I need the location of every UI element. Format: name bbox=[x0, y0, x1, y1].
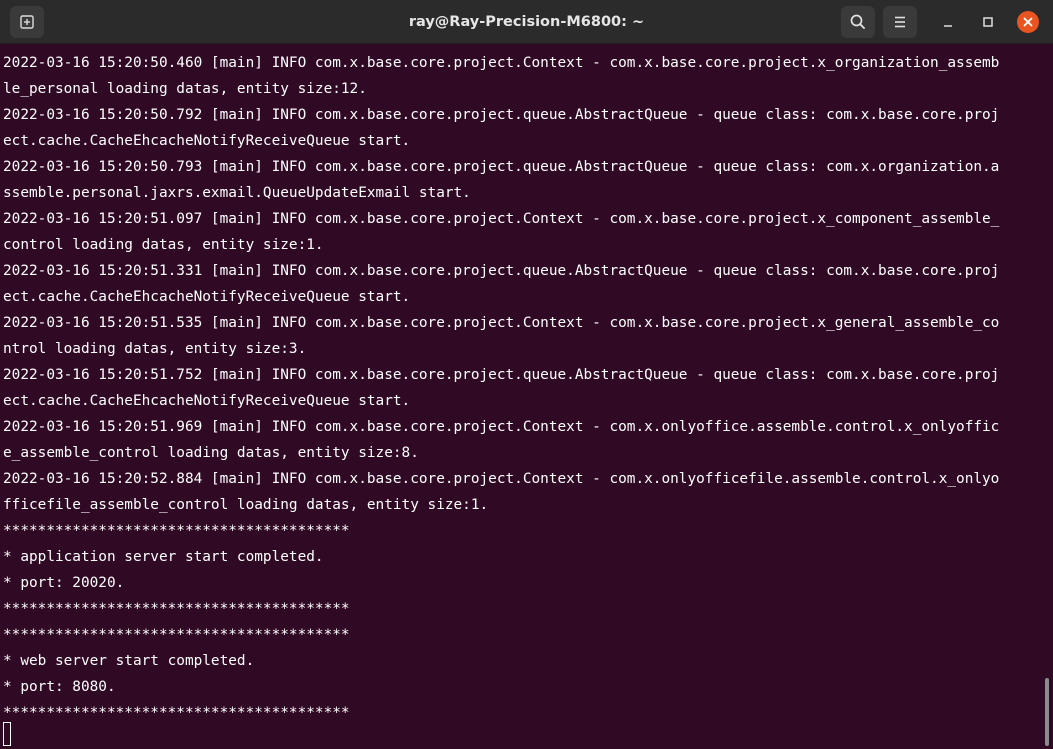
close-icon bbox=[1017, 11, 1039, 33]
new-tab-icon bbox=[20, 15, 34, 29]
terminal-line: ssemble.personal.jaxrs.exmail.QueueUpdat… bbox=[3, 185, 471, 201]
terminal-output[interactable]: 2022-03-16 15:20:50.460 [main] INFO com.… bbox=[0, 44, 1041, 749]
terminal-line: 2022-03-16 15:20:51.331 [main] INFO com.… bbox=[3, 263, 1000, 279]
terminal-line: control loading datas, entity size:1. bbox=[3, 237, 324, 253]
terminal-scrollbar[interactable] bbox=[1041, 44, 1053, 749]
terminal-window: ray@Ray-Precision-M6800: ~ 2022-03-16 15… bbox=[0, 0, 1053, 749]
terminal-line: ntrol loading datas, entity size:3. bbox=[3, 341, 307, 357]
close-button[interactable] bbox=[1016, 10, 1040, 34]
terminal-line: **************************************** bbox=[3, 601, 350, 617]
terminal-line: * port: 8080. bbox=[3, 679, 116, 695]
search-button[interactable] bbox=[841, 6, 875, 38]
maximize-button[interactable] bbox=[976, 10, 1000, 34]
minimize-button[interactable] bbox=[936, 10, 960, 34]
terminal-line: 2022-03-16 15:20:51.097 [main] INFO com.… bbox=[3, 211, 1000, 227]
terminal-line: **************************************** bbox=[3, 627, 350, 643]
terminal-line: ect.cache.CacheEhcacheNotifyReceiveQueue… bbox=[3, 393, 411, 409]
terminal-line: 2022-03-16 15:20:51.752 [main] INFO com.… bbox=[3, 367, 1000, 383]
terminal-line: le_personal loading datas, entity size:1… bbox=[3, 81, 367, 97]
minimize-icon bbox=[944, 25, 952, 27]
terminal-line: 2022-03-16 15:20:50.460 [main] INFO com.… bbox=[3, 55, 1000, 71]
terminal-line: **************************************** bbox=[3, 705, 350, 721]
terminal-line: 2022-03-16 15:20:51.969 [main] INFO com.… bbox=[3, 419, 1000, 435]
new-tab-button[interactable] bbox=[10, 6, 44, 38]
menu-button[interactable] bbox=[883, 6, 917, 38]
scrollbar-thumb[interactable] bbox=[1045, 678, 1049, 746]
maximize-icon bbox=[983, 17, 993, 27]
hamburger-menu-icon bbox=[895, 16, 905, 28]
terminal-line: ect.cache.CacheEhcacheNotifyReceiveQueue… bbox=[3, 289, 411, 305]
terminal-line: * port: 20020. bbox=[3, 575, 125, 591]
terminal-line: 2022-03-16 15:20:51.535 [main] INFO com.… bbox=[3, 315, 1000, 331]
title-bar[interactable]: ray@Ray-Precision-M6800: ~ bbox=[0, 0, 1053, 44]
terminal-line: 2022-03-16 15:20:50.792 [main] INFO com.… bbox=[3, 107, 1000, 123]
terminal-line: ect.cache.CacheEhcacheNotifyReceiveQueue… bbox=[3, 133, 411, 149]
terminal-line: e_assemble_control loading datas, entity… bbox=[3, 445, 419, 461]
terminal-line: **************************************** bbox=[3, 523, 350, 539]
terminal-line: 2022-03-16 15:20:50.793 [main] INFO com.… bbox=[3, 159, 1000, 175]
search-icon bbox=[850, 14, 865, 29]
terminal-line: 2022-03-16 15:20:52.884 [main] INFO com.… bbox=[3, 471, 1000, 487]
terminal-line: * web server start completed. bbox=[3, 653, 255, 669]
terminal-line: * application server start completed. bbox=[3, 549, 324, 565]
terminal-line: fficefile_assemble_control loading datas… bbox=[3, 497, 489, 513]
